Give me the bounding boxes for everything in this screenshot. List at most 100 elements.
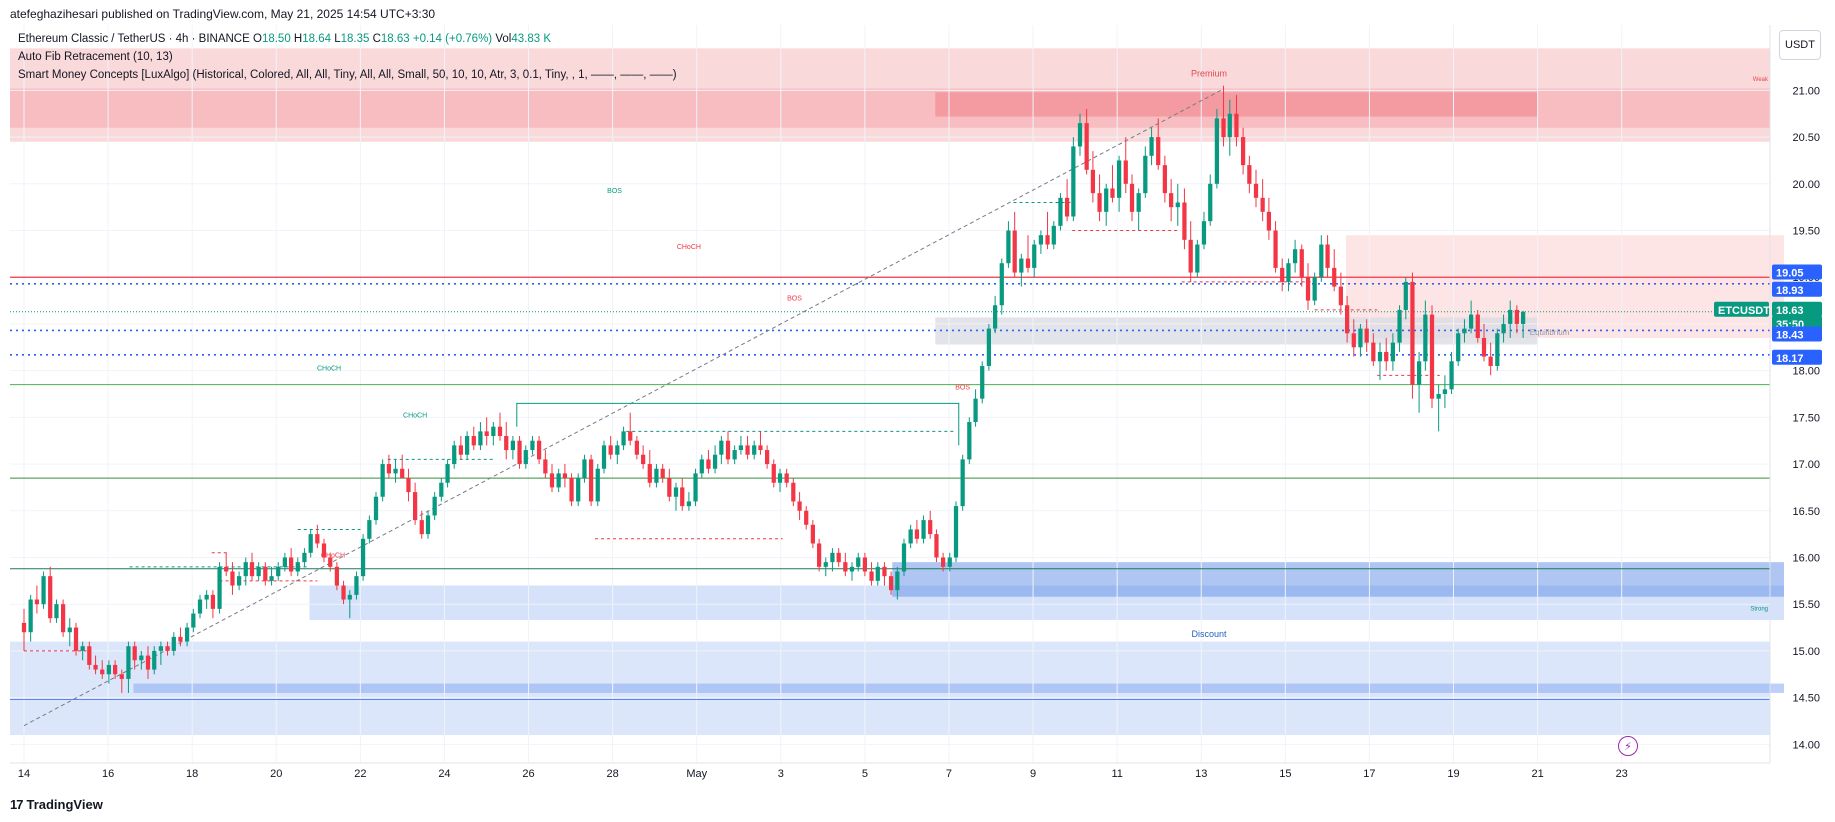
- price-tick-label: 20.50: [1792, 132, 1820, 144]
- candle-body: [849, 566, 855, 572]
- candle-body: [960, 459, 965, 507]
- candle-body: [810, 524, 815, 544]
- candle-body: [699, 459, 704, 474]
- candle-body: [276, 566, 281, 577]
- time-axis[interactable]: 14 16 18 20 22 24 26 28 May 3 5 7 9 11 13 15 17 19 21 23: [10, 762, 1770, 780]
- candle-body: [1456, 333, 1461, 362]
- legend-ohlc-value: 18.35: [340, 33, 370, 45]
- candle-body: [869, 571, 874, 581]
- candle-body: [895, 571, 900, 591]
- legend-symbol[interactable]: Ethereum Classic / TetherUS · 4h · BINAN…: [18, 33, 250, 45]
- candle-body: [263, 566, 268, 581]
- candle-body: [1045, 235, 1050, 245]
- candle-body: [1116, 160, 1122, 198]
- candle-body: [236, 576, 242, 586]
- price-tag-18-17: 18.17: [1776, 353, 1804, 365]
- candle-body: [1501, 323, 1506, 334]
- candle-body: [621, 431, 626, 446]
- candle-body: [504, 436, 509, 451]
- candle-body: [1371, 342, 1376, 362]
- price-tick-label: 21.00: [1792, 85, 1820, 97]
- candle-body: [191, 613, 196, 628]
- candle-body: [1423, 314, 1428, 362]
- time-tick-label: 26: [522, 768, 534, 780]
- tradingview-logo[interactable]: 17 TradingView: [10, 797, 103, 812]
- price-tick-label: 19.50: [1792, 226, 1820, 238]
- candle-body: [745, 445, 750, 455]
- structure-label: BOS: [787, 296, 802, 303]
- candle-body: [947, 557, 952, 567]
- candle-body: [308, 534, 313, 553]
- candle-body: [80, 646, 85, 651]
- candle-body: [576, 478, 581, 502]
- candle-body: [856, 557, 861, 567]
- candle-body: [106, 664, 111, 675]
- candle-body: [1097, 193, 1102, 212]
- candle-body: [165, 646, 170, 651]
- legend-volume-label: Vol: [495, 33, 512, 45]
- candle-body: [993, 305, 998, 329]
- candle-body: [928, 520, 933, 535]
- candle-body: [184, 627, 190, 642]
- candle-body: [315, 534, 320, 544]
- candle-body: [1214, 118, 1220, 184]
- time-tick-label: 11: [1111, 768, 1122, 780]
- candle-body: [1071, 146, 1076, 217]
- time-tick-label: 21: [1531, 768, 1543, 780]
- candle-body: [1325, 244, 1330, 268]
- price-chart[interactable]: CHoCHCHoCHEQHBOSCHoCHCHoCHBOSCHoCHCHoCHC…: [0, 0, 1835, 822]
- candle-body: [478, 431, 483, 446]
- candle-body: [400, 468, 405, 479]
- candle-body: [1312, 277, 1317, 301]
- legend-ohlc-value: 18.50: [261, 33, 291, 45]
- time-tick-label: 20: [270, 768, 282, 780]
- candle-body: [1305, 277, 1311, 301]
- candle-body: [1006, 230, 1011, 264]
- candle-body: [588, 459, 594, 502]
- symbol-tag: ETCUSDT: [1718, 305, 1770, 317]
- candle-body: [28, 599, 33, 633]
- candle-body: [249, 562, 255, 577]
- price-tick-label: 18.00: [1792, 366, 1820, 378]
- candle-body: [132, 646, 137, 661]
- candle-body: [875, 566, 880, 581]
- candle-body: [901, 543, 907, 572]
- time-tick-label: 13: [1195, 768, 1207, 780]
- legend-ohlc-label: L: [331, 33, 341, 45]
- price-tag-18-93: 18.93: [1776, 285, 1804, 297]
- candle-body: [60, 604, 66, 633]
- price-tick-label: 17.00: [1792, 459, 1820, 471]
- candle-body: [217, 566, 222, 609]
- candle-body: [940, 557, 946, 567]
- candle-body: [1149, 137, 1154, 156]
- candle-body: [1123, 160, 1128, 184]
- candle-body: [1521, 311, 1526, 324]
- candle-body: [158, 646, 164, 651]
- candle-body: [1227, 113, 1232, 138]
- candle-body: [152, 650, 157, 670]
- price-tick-label: 17.50: [1792, 412, 1820, 424]
- candle-body: [425, 515, 431, 535]
- currency-button[interactable]: USDT: [1779, 30, 1821, 60]
- legend-indicator-fib[interactable]: Auto Fib Retracement (10, 13): [18, 51, 173, 63]
- candle-body: [667, 478, 672, 497]
- candle-body: [380, 464, 385, 497]
- lightning-icon[interactable]: ⚡: [1618, 736, 1638, 756]
- candle-body: [497, 426, 503, 437]
- legend-indicator-smc[interactable]: Smart Money Concepts [LuxAlgo] (Historic…: [18, 69, 677, 81]
- candle-body: [804, 510, 809, 525]
- candle-body: [334, 566, 340, 586]
- candle-body: [1358, 328, 1363, 348]
- price-tag-19-05: 19.05: [1776, 268, 1804, 280]
- candle-body: [458, 445, 463, 455]
- time-tick-label: 5: [862, 768, 868, 780]
- structure-label: BOS: [607, 188, 622, 195]
- candle-body: [908, 529, 913, 544]
- candle-body: [1436, 394, 1441, 399]
- candle-body: [986, 328, 991, 366]
- time-tick-label: 19: [1447, 768, 1459, 780]
- candle-body: [491, 426, 496, 437]
- candle-body: [830, 552, 835, 563]
- candle-body: [980, 365, 985, 399]
- structure-label: BOS: [955, 384, 970, 391]
